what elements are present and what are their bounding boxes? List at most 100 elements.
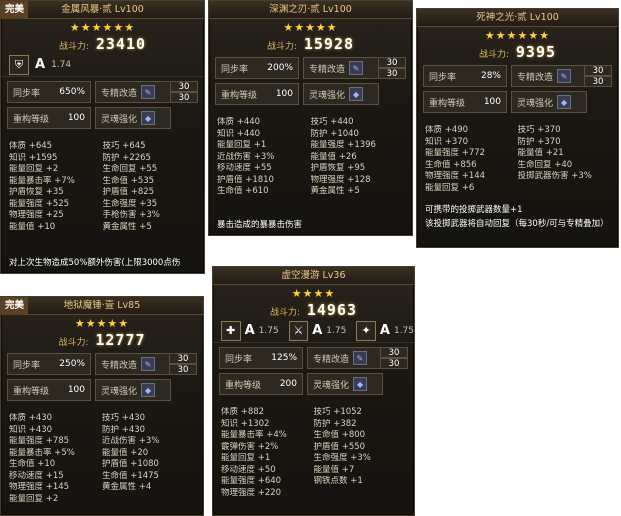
rebuild-level-box[interactable]: 重构等级 100 (423, 91, 507, 113)
sync-rate-box[interactable]: 同步率 125% (219, 347, 303, 369)
weapon-card-abyss-blade: 深渊之刃·贰 Lv100 ★★★★★ 战斗力: 15928 同步率 200% 专… (208, 0, 413, 236)
stat-list: 体质 +440 技巧 +440 知识 +440 防护 +1040 能量回复 +1 能量… (217, 117, 376, 196)
wrench-icon: ✎ (353, 351, 368, 365)
rebuild-level-value: 100 (67, 113, 85, 123)
soul-enhance-box[interactable]: 灵魂强化 ◆ (307, 373, 383, 395)
resonance-grade: A (35, 57, 46, 72)
stat-list: 体质 +882 技巧 +1052 知识 +1302 防护 +382 能量暴击率 +4… (221, 407, 371, 498)
gem-icon: ◆ (141, 383, 156, 397)
rebuild-level-value: 100 (275, 89, 293, 99)
claw-icon: ✦ (356, 320, 376, 341)
specialization-box[interactable]: 专精改造 ✎ (95, 81, 171, 103)
soul-enhance-box[interactable]: 灵魂强化 ◆ (303, 83, 379, 105)
module-grid: 同步率 650% 专精改造 ✎ 30 30 重构等级 100 灵魂强化 ◆ (7, 81, 198, 133)
resonance-value: 1.74 (51, 59, 72, 70)
power-value: 9395 (515, 43, 557, 61)
quality-badge: 完美 (1, 297, 29, 315)
rebuild-level-box[interactable]: 重构等级 100 (7, 379, 91, 401)
sync-rate-box[interactable]: 同步率 28% (423, 65, 507, 87)
specialization-levels: 30 30 (169, 353, 197, 375)
weapon-card-reaper-light: 死神之光·贰 Lv100 ★★★★★★ 战斗力: 9395 同步率 28% 专精… (416, 8, 619, 248)
star-rating: ★★★★★★ (69, 21, 136, 34)
rebuild-level-box[interactable]: 重构等级 100 (7, 107, 91, 129)
special-effect-note: 可携带的投掷武器数量+1 该投掷武器将自动回复（每30秒/可与专精叠加） (425, 205, 609, 229)
sync-rate-value: 200% (267, 63, 293, 73)
power-label: 战斗力: (266, 42, 297, 52)
module-grid: 同步率 125% 专精改造 ✎ 30 30 重构等级 200 灵魂强化 ◆ (219, 347, 408, 399)
soul-enhance-box[interactable]: 灵魂强化 ◆ (95, 107, 171, 129)
rebuild-level-box[interactable]: 重构等级 100 (215, 83, 299, 105)
combat-power: 战斗力: 9395 (417, 43, 618, 61)
star-rating: ★★★★★ (283, 21, 338, 34)
weapon-name: 地狱魔锤·壹 Lv85 (63, 300, 141, 311)
power-label: 战斗力: (58, 42, 89, 52)
specialization-levels: 30 30 (378, 57, 406, 79)
power-label: 战斗力: (478, 50, 510, 60)
specialization-box[interactable]: 专精改造 ✎ (303, 57, 379, 79)
gem-icon: ◆ (141, 111, 156, 125)
sync-rate-value: 650% (59, 87, 85, 97)
specialization-box[interactable]: 专精改造 ✎ (307, 347, 383, 369)
card-title: 虚空漫游 Lv36 (213, 267, 414, 285)
gem-icon: ◆ (349, 87, 364, 101)
quality-badge: 完美 (1, 1, 29, 19)
module-grid: 同步率 200% 专精改造 ✎ 30 30 重构等级 100 灵魂强化 ◆ (215, 57, 406, 109)
power-value: 14963 (306, 301, 358, 319)
module-grid: 同步率 28% 专精改造 ✎ 30 30 重构等级 100 灵魂强化 ◆ (423, 65, 612, 117)
combat-power: 战斗力: 23410 (1, 35, 204, 53)
shield-icon: ⛨ (9, 54, 29, 75)
sync-rate-box[interactable]: 同步率 250% (7, 353, 91, 375)
rebuild-level-value: 100 (483, 97, 501, 107)
sync-rate-box[interactable]: 同步率 200% (215, 57, 299, 79)
combat-power: 战斗力: 12777 (1, 331, 203, 349)
weapon-name: 虚空漫游 Lv36 (281, 270, 346, 281)
power-value: 15928 (303, 35, 355, 53)
combat-power: 战斗力: 15928 (209, 35, 412, 53)
special-effect-note: 暴击造成的暴暴击伤害 (217, 220, 303, 230)
card-title: 完美 金属风暴·贰 Lv100 (1, 1, 204, 19)
weapon-name: 深渊之刃·贰 Lv100 (269, 4, 352, 15)
weapon-name: 死神之光·贰 Lv100 (476, 12, 559, 23)
rebuild-level-value: 200 (279, 379, 297, 389)
blade-icon: ⚔ (288, 320, 309, 341)
specialization-levels: 30 30 (584, 65, 612, 87)
stat-list: 体质 +430 技巧 +430 知识 +430 防护 +430 能量强度 +785 近… (9, 413, 160, 504)
weapon-name: 金属风暴·贰 Lv100 (61, 4, 144, 15)
wrench-icon: ✎ (141, 357, 156, 371)
resonance-row: ⛨ A 1.74 (1, 53, 204, 77)
star-rating: ★★★★★ (74, 317, 130, 330)
soul-enhance-box[interactable]: 灵魂强化 ◆ (511, 91, 587, 113)
specialization-levels: 30 30 (170, 81, 198, 103)
rebuild-level-box[interactable]: 重构等级 200 (219, 373, 303, 395)
card-title: 死神之光·贰 Lv100 (417, 9, 618, 27)
cross-icon: ✚ (221, 320, 241, 341)
sync-rate-value: 28% (480, 71, 501, 81)
rebuild-level-value: 100 (67, 385, 85, 395)
power-label: 战斗力: (58, 338, 89, 348)
combat-power: 战斗力: 14963 (213, 301, 414, 319)
card-title: 完美 地狱魔锤·壹 Lv85 (1, 297, 203, 315)
specialization-box[interactable]: 专精改造 ✎ (511, 65, 587, 87)
sync-rate-box[interactable]: 同步率 650% (7, 81, 91, 103)
wrench-icon: ✎ (349, 61, 364, 75)
soul-enhance-box[interactable]: 灵魂强化 ◆ (95, 379, 171, 401)
resonance-row: ✚ A 1.75 ⚔ A 1.75 ✦ A 1.75 (213, 319, 414, 343)
specialization-levels: 30 30 (380, 347, 408, 369)
specialization-box[interactable]: 专精改造 ✎ (95, 353, 171, 375)
stat-list: 体质 +645 技巧 +645 知识 +1595 防护 +2265 能量回复 +2 生… (9, 141, 160, 232)
weapon-card-void-roam: 虚空漫游 Lv36 ★★★★ 战斗力: 14963 ✚ A 1.75 ⚔ A 1… (212, 266, 415, 516)
special-effect-note: 对上次生物造成50%额外伤害(上限3000点伤 (9, 258, 181, 268)
wrench-icon: ✎ (141, 85, 156, 99)
star-rating: ★★★★★★ (484, 29, 551, 42)
stat-list: 体质 +490 技巧 +370 知识 +370 防护 +370 能量强度 +772 能… (425, 125, 592, 193)
weapon-card-hell-hammer: 完美 地狱魔锤·壹 Lv85 ★★★★★ 战斗力: 12777 同步率 250%… (0, 296, 204, 516)
weapon-card-metal-storm: 完美 金属风暴·贰 Lv100 ★★★★★★ 战斗力: 23410 ⛨ A 1.… (0, 0, 205, 274)
wrench-icon: ✎ (557, 69, 572, 83)
power-label: 战斗力: (269, 308, 300, 318)
power-value: 12777 (95, 331, 146, 349)
gem-icon: ◆ (557, 95, 572, 109)
module-grid: 同步率 250% 专精改造 ✎ 30 30 重构等级 100 灵魂强化 ◆ (7, 353, 197, 405)
card-title: 深渊之刃·贰 Lv100 (209, 1, 412, 19)
power-value: 23410 (95, 35, 147, 53)
sync-rate-value: 125% (271, 353, 297, 363)
